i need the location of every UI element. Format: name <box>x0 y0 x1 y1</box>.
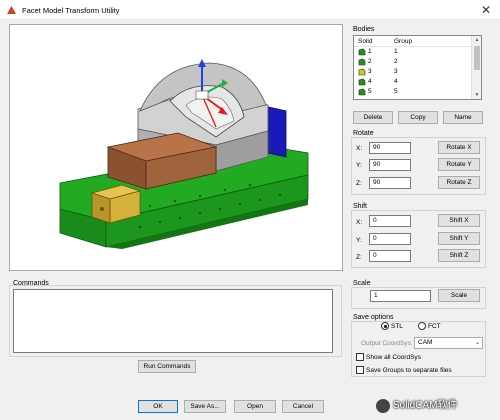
shift-y-field[interactable]: 0 <box>369 233 411 245</box>
shift-label: Shift <box>353 203 368 210</box>
solid-icon <box>358 88 366 96</box>
group-number: 5 <box>394 88 398 95</box>
solid-icon <box>358 48 366 56</box>
title-bar: Facet Model Transform Utility ✕ <box>0 0 500 20</box>
rotate-z-field[interactable]: 90 <box>369 177 411 189</box>
save-options-label: Save options <box>353 314 394 321</box>
shift-z-field[interactable]: 0 <box>369 250 411 262</box>
scroll-up-icon[interactable]: ▲ <box>473 36 481 44</box>
bodies-list[interactable]: Solid Group 1 1 2 2 3 3 4 4 5 5 ▲ ▼ <box>353 35 482 100</box>
copy-button[interactable]: Copy <box>398 111 438 124</box>
solid-icon <box>358 58 366 66</box>
solid-icon <box>358 78 366 86</box>
save-groups-checkbox[interactable] <box>356 366 364 374</box>
list-item[interactable]: 5 5 <box>354 87 472 97</box>
coordsys-value: CAM <box>418 339 433 346</box>
group-number: 3 <box>394 68 398 75</box>
open-button[interactable]: Open <box>234 400 276 413</box>
fct-radio[interactable] <box>418 322 426 330</box>
model-render <box>59 59 309 249</box>
scale-field[interactable]: 1 <box>370 290 431 302</box>
watermark-text: SolidCAM软件 <box>393 400 458 411</box>
scale-label: Scale <box>353 280 371 287</box>
name-button[interactable]: Name <box>443 111 483 124</box>
ok-button[interactable]: OK <box>138 400 178 413</box>
solid-number: 2 <box>368 58 372 65</box>
wechat-logo-icon <box>376 399 390 413</box>
column-header-group: Group <box>394 38 413 45</box>
show-all-label: Show all CoordSys <box>366 354 421 361</box>
save-as-button[interactable]: Save As... <box>184 400 226 413</box>
rotate-label: Rotate <box>353 130 374 137</box>
shift-x-button[interactable]: Shift X <box>438 214 480 227</box>
list-item[interactable]: 1 1 <box>354 47 472 57</box>
column-header-solid: Solid <box>358 38 373 45</box>
shift-x-label: X: <box>356 219 363 226</box>
bodies-scrollbar[interactable]: ▲ ▼ <box>471 36 481 99</box>
list-item[interactable]: 4 4 <box>354 77 472 87</box>
yellow-block <box>90 184 142 224</box>
shift-x-field[interactable]: 0 <box>369 215 411 227</box>
rotate-x-field[interactable]: 90 <box>369 142 411 154</box>
group-number: 4 <box>394 78 398 85</box>
solid-number: 1 <box>368 48 372 55</box>
save-groups-label: Save Groups to separate files <box>366 367 452 374</box>
run-commands-button[interactable]: Run Commands <box>138 360 196 373</box>
list-item[interactable]: 3 3 <box>354 67 472 77</box>
rotate-y-button[interactable]: Rotate Y <box>438 158 480 171</box>
window-title: Facet Model Transform Utility <box>22 6 120 15</box>
shift-y-label: Y: <box>356 237 362 244</box>
bodies-label: Bodies <box>353 26 375 33</box>
stl-label: STL <box>391 323 403 330</box>
scroll-down-icon[interactable]: ▼ <box>473 91 481 99</box>
model-viewport[interactable] <box>9 24 343 271</box>
solid-number: 5 <box>368 88 372 95</box>
delete-button[interactable]: Delete <box>353 111 393 124</box>
coordsys-select[interactable]: CAM ⌄ <box>414 337 483 349</box>
rotate-x-label: X: <box>356 145 363 152</box>
group-number: 2 <box>394 58 398 65</box>
cancel-button[interactable]: Cancel <box>282 400 324 413</box>
rotate-z-button[interactable]: Rotate Z <box>438 176 480 189</box>
rotate-y-field[interactable]: 90 <box>369 159 411 171</box>
bodies-list-header: Solid Group <box>354 36 472 47</box>
watermark: SolidCAM软件 <box>376 398 496 414</box>
list-item[interactable]: 2 2 <box>354 57 472 67</box>
rotate-z-label: Z: <box>356 180 362 187</box>
solid-number: 3 <box>368 68 372 75</box>
chevron-down-icon: ⌄ <box>474 340 480 346</box>
solid-number: 4 <box>368 78 372 85</box>
scale-button[interactable]: Scale <box>438 289 480 302</box>
close-icon[interactable]: ✕ <box>478 2 494 18</box>
rotate-y-label: Y: <box>356 162 362 169</box>
group-number: 1 <box>394 48 398 55</box>
solid-icon <box>358 68 366 76</box>
coordsys-label: Output CoordSys: <box>361 340 413 347</box>
show-all-checkbox[interactable] <box>356 353 364 361</box>
commands-textarea[interactable] <box>13 289 333 353</box>
shift-z-label: Z: <box>356 254 362 261</box>
shift-y-button[interactable]: Shift Y <box>438 232 480 245</box>
fct-label: FCT <box>428 323 441 330</box>
app-icon <box>7 6 16 14</box>
rotate-x-button[interactable]: Rotate X <box>438 141 480 154</box>
stl-radio[interactable] <box>381 322 389 330</box>
shift-z-button[interactable]: Shift Z <box>438 249 480 262</box>
scroll-thumb[interactable] <box>474 46 480 70</box>
